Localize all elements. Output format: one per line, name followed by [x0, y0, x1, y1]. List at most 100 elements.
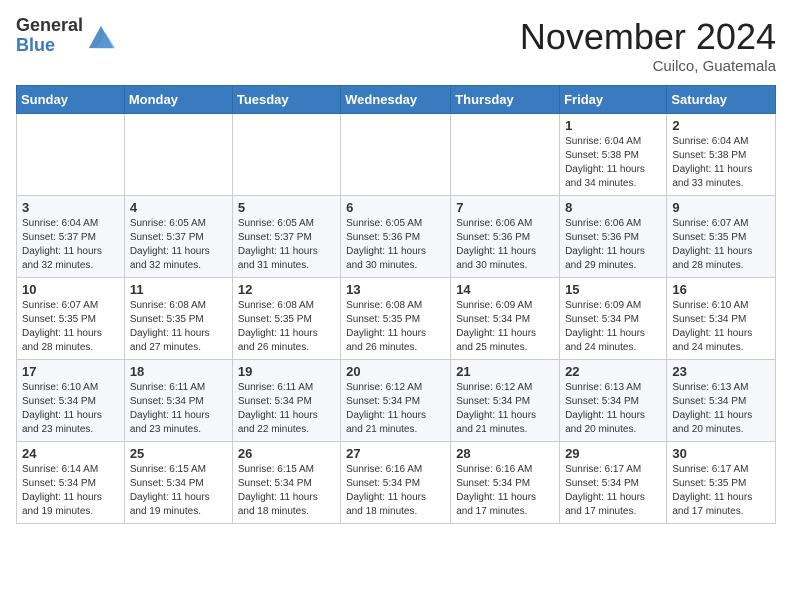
day-info: Sunrise: 6:08 AM Sunset: 5:35 PM Dayligh… [346, 299, 445, 355]
calendar-dow-tuesday: Tuesday [232, 86, 340, 114]
day-number: 17 [22, 364, 119, 379]
calendar-cell: 27 Sunrise: 6:16 AM Sunset: 5:34 PM Dayli… [341, 442, 451, 524]
day-info: Sunrise: 6:08 AM Sunset: 5:35 PM Dayligh… [130, 299, 227, 355]
calendar-cell [341, 114, 451, 196]
day-info: Sunrise: 6:11 AM Sunset: 5:34 PM Dayligh… [238, 381, 335, 437]
day-info: Sunrise: 6:04 AM Sunset: 5:37 PM Dayligh… [22, 217, 119, 273]
calendar-cell: 18 Sunrise: 6:11 AM Sunset: 5:34 PM Dayli… [124, 360, 232, 442]
day-number: 27 [346, 446, 445, 461]
calendar-cell: 26 Sunrise: 6:15 AM Sunset: 5:34 PM Dayli… [232, 442, 340, 524]
day-number: 21 [456, 364, 554, 379]
calendar-dow-wednesday: Wednesday [341, 86, 451, 114]
day-info: Sunrise: 6:16 AM Sunset: 5:34 PM Dayligh… [346, 463, 445, 519]
calendar-cell: 8Sunrise: 6:06 AM Sunset: 5:36 PM Daylig… [560, 196, 667, 278]
day-number: 3 [22, 200, 119, 215]
calendar-cell: 21 Sunrise: 6:12 AM Sunset: 5:34 PM Dayli… [451, 360, 560, 442]
day-number: 12 [238, 282, 335, 297]
day-info: Sunrise: 6:15 AM Sunset: 5:34 PM Dayligh… [238, 463, 335, 519]
day-number: 19 [238, 364, 335, 379]
calendar-cell: 23 Sunrise: 6:13 AM Sunset: 5:34 PM Dayli… [667, 360, 776, 442]
day-number: 14 [456, 282, 554, 297]
calendar-cell: 12Sunrise: 6:08 AM Sunset: 5:35 PM Dayli… [232, 278, 340, 360]
day-info: Sunrise: 6:17 AM Sunset: 5:34 PM Dayligh… [565, 463, 661, 519]
calendar-cell: 5 Sunrise: 6:05 AM Sunset: 5:37 PM Daylig… [232, 196, 340, 278]
calendar-cell: 20 Sunrise: 6:12 AM Sunset: 5:34 PM Dayli… [341, 360, 451, 442]
day-info: Sunrise: 6:05 AM Sunset: 5:37 PM Dayligh… [238, 217, 335, 273]
day-number: 26 [238, 446, 335, 461]
day-info: Sunrise: 6:04 AM Sunset: 5:38 PM Dayligh… [565, 135, 661, 191]
calendar-cell: 3 Sunrise: 6:04 AM Sunset: 5:37 PM Daylig… [17, 196, 125, 278]
calendar-cell: 6 Sunrise: 6:05 AM Sunset: 5:36 PM Daylig… [341, 196, 451, 278]
day-number: 1 [565, 118, 661, 133]
day-info: Sunrise: 6:05 AM Sunset: 5:37 PM Dayligh… [130, 217, 227, 273]
calendar-cell: 14 Sunrise: 6:09 AM Sunset: 5:34 PM Dayli… [451, 278, 560, 360]
calendar-dow-saturday: Saturday [667, 86, 776, 114]
day-info: Sunrise: 6:12 AM Sunset: 5:34 PM Dayligh… [346, 381, 445, 437]
calendar-cell: 17 Sunrise: 6:10 AM Sunset: 5:34 PM Dayli… [17, 360, 125, 442]
calendar-dow-sunday: Sunday [17, 86, 125, 114]
day-number: 25 [130, 446, 227, 461]
calendar-cell: 11 Sunrise: 6:08 AM Sunset: 5:35 PM Dayli… [124, 278, 232, 360]
day-info: Sunrise: 6:11 AM Sunset: 5:34 PM Dayligh… [130, 381, 227, 437]
calendar-cell [124, 114, 232, 196]
day-info: Sunrise: 6:04 AM Sunset: 5:38 PM Dayligh… [672, 135, 770, 191]
day-number: 2 [672, 118, 770, 133]
logo-general: General [16, 16, 83, 36]
calendar-cell: 24Sunrise: 6:14 AM Sunset: 5:34 PM Dayli… [17, 442, 125, 524]
day-number: 5 [238, 200, 335, 215]
day-number: 6 [346, 200, 445, 215]
day-info: Sunrise: 6:17 AM Sunset: 5:35 PM Dayligh… [672, 463, 770, 519]
calendar-dow-friday: Friday [560, 86, 667, 114]
day-number: 18 [130, 364, 227, 379]
day-number: 23 [672, 364, 770, 379]
calendar-week-5: 24Sunrise: 6:14 AM Sunset: 5:34 PM Dayli… [17, 442, 776, 524]
logo-area: General Blue [16, 16, 115, 56]
calendar-week-2: 3 Sunrise: 6:04 AM Sunset: 5:37 PM Daylig… [17, 196, 776, 278]
calendar-cell: 7Sunrise: 6:06 AM Sunset: 5:36 PM Daylig… [451, 196, 560, 278]
calendar-cell [232, 114, 340, 196]
calendar-cell [17, 114, 125, 196]
logo-icon [87, 22, 115, 50]
day-info: Sunrise: 6:06 AM Sunset: 5:36 PM Dayligh… [565, 217, 661, 273]
day-number: 13 [346, 282, 445, 297]
header: General Blue November 2024 Cuilco, Guate… [16, 16, 776, 75]
day-info: Sunrise: 6:13 AM Sunset: 5:34 PM Dayligh… [565, 381, 661, 437]
page: General Blue November 2024 Cuilco, Guate… [0, 0, 792, 540]
calendar-cell: 29 Sunrise: 6:17 AM Sunset: 5:34 PM Dayli… [560, 442, 667, 524]
day-info: Sunrise: 6:10 AM Sunset: 5:34 PM Dayligh… [22, 381, 119, 437]
calendar-cell: 10Sunrise: 6:07 AM Sunset: 5:35 PM Dayli… [17, 278, 125, 360]
day-number: 22 [565, 364, 661, 379]
calendar: SundayMondayTuesdayWednesdayThursdayFrid… [16, 85, 776, 524]
day-number: 10 [22, 282, 119, 297]
day-number: 20 [346, 364, 445, 379]
calendar-cell: 16Sunrise: 6:10 AM Sunset: 5:34 PM Dayli… [667, 278, 776, 360]
day-number: 29 [565, 446, 661, 461]
calendar-cell: 1 Sunrise: 6:04 AM Sunset: 5:38 PM Daylig… [560, 114, 667, 196]
title-area: November 2024 Cuilco, Guatemala [520, 16, 776, 75]
day-info: Sunrise: 6:15 AM Sunset: 5:34 PM Dayligh… [130, 463, 227, 519]
calendar-cell: 2 Sunrise: 6:04 AM Sunset: 5:38 PM Daylig… [667, 114, 776, 196]
day-info: Sunrise: 6:06 AM Sunset: 5:36 PM Dayligh… [456, 217, 554, 273]
day-info: Sunrise: 6:13 AM Sunset: 5:34 PM Dayligh… [672, 381, 770, 437]
day-info: Sunrise: 6:16 AM Sunset: 5:34 PM Dayligh… [456, 463, 554, 519]
calendar-week-3: 10Sunrise: 6:07 AM Sunset: 5:35 PM Dayli… [17, 278, 776, 360]
day-number: 30 [672, 446, 770, 461]
day-number: 24 [22, 446, 119, 461]
logo-blue: Blue [16, 36, 83, 56]
calendar-cell: 19 Sunrise: 6:11 AM Sunset: 5:34 PM Dayli… [232, 360, 340, 442]
day-info: Sunrise: 6:05 AM Sunset: 5:36 PM Dayligh… [346, 217, 445, 273]
calendar-cell: 9Sunrise: 6:07 AM Sunset: 5:35 PM Daylig… [667, 196, 776, 278]
day-info: Sunrise: 6:09 AM Sunset: 5:34 PM Dayligh… [456, 299, 554, 355]
month-title: November 2024 [520, 16, 776, 58]
day-number: 9 [672, 200, 770, 215]
day-info: Sunrise: 6:12 AM Sunset: 5:34 PM Dayligh… [456, 381, 554, 437]
day-number: 11 [130, 282, 227, 297]
location: Cuilco, Guatemala [520, 58, 776, 75]
calendar-cell [451, 114, 560, 196]
day-info: Sunrise: 6:09 AM Sunset: 5:34 PM Dayligh… [565, 299, 661, 355]
calendar-week-4: 17 Sunrise: 6:10 AM Sunset: 5:34 PM Dayli… [17, 360, 776, 442]
calendar-cell: 28Sunrise: 6:16 AM Sunset: 5:34 PM Dayli… [451, 442, 560, 524]
calendar-dow-monday: Monday [124, 86, 232, 114]
day-number: 15 [565, 282, 661, 297]
logo-text: General Blue [16, 16, 83, 56]
